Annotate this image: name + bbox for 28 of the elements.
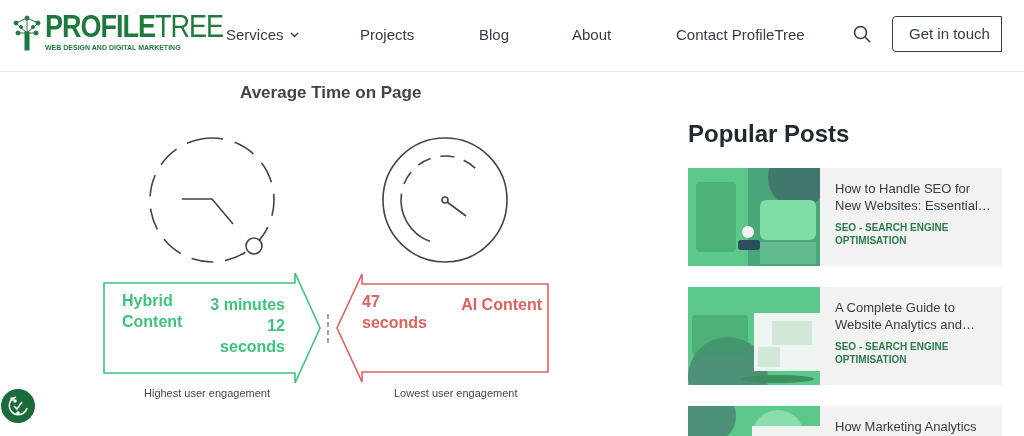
divider-line — [327, 313, 329, 345]
nav-link[interactable]: Contact ProfileTree — [676, 24, 805, 47]
nav-link[interactable]: About — [572, 24, 612, 47]
nav-link[interactable]: Services — [226, 24, 299, 47]
nav-link[interactable]: Blog — [479, 24, 510, 47]
post-card[interactable]: How Marketing Analytics — [688, 406, 1002, 436]
post-card[interactable]: A Complete Guide to Website Analytics and… SEO - SEARCH ENGINE OPTIMISATION — [688, 287, 1002, 385]
post-card[interactable]: How to Handle SEO for New Websites: Essential… SEO - SEARCH ENGINE OPTIMISATION — [688, 168, 1002, 266]
post-category: SEO - SEARCH ENGINE OPTIMISATION — [835, 221, 950, 247]
content-label: AI Content — [461, 295, 542, 315]
caption: Lowest user engagement — [394, 386, 518, 401]
accessibility-icon — [7, 395, 29, 417]
search-icon[interactable] — [853, 25, 871, 43]
post-category: SEO - SEARCH ENGINE OPTIMISATION — [835, 340, 950, 366]
post-title: A Complete Guide to Website Analytics and… — [835, 299, 976, 333]
content-label: Hybrid Content — [122, 291, 184, 332]
logo-wordmark: PROFILETREE — [45, 12, 224, 44]
accessibility-button[interactable] — [1, 389, 35, 423]
nav-link[interactable]: Projects — [360, 24, 415, 47]
time-value: 3 minutes 12 seconds — [209, 295, 285, 357]
tree-icon — [12, 14, 42, 51]
caption: Highest user engagement — [144, 386, 270, 401]
time-value: 47 seconds — [362, 292, 428, 333]
post-title: How to Handle SEO for New Websites: Essential… — [835, 180, 992, 214]
post-title: How Marketing Analytics — [835, 418, 977, 435]
get-in-touch-button[interactable]: Get in touch — [892, 16, 1002, 52]
infographic-title: Average Time on Page — [240, 82, 422, 104]
popular-posts-heading: Popular Posts — [688, 120, 851, 148]
